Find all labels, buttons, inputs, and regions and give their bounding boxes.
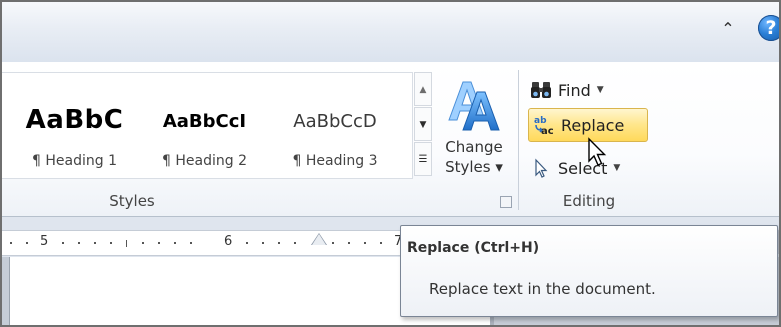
change-styles-button[interactable]: Change Styles ▾ bbox=[435, 74, 513, 184]
ruler-dot bbox=[158, 242, 160, 244]
svg-text:ac: ac bbox=[541, 126, 554, 136]
gallery-more-button[interactable]: ☰ bbox=[414, 142, 432, 176]
change-styles-icon bbox=[448, 81, 500, 131]
ruler-dot bbox=[110, 242, 112, 244]
change-styles-label: Change bbox=[445, 138, 503, 156]
ruler-dot bbox=[78, 242, 80, 244]
ruler-dot bbox=[364, 242, 366, 244]
gallery-scroller: ▲ ▼ ☰ bbox=[414, 72, 432, 177]
select-arrow-icon bbox=[535, 158, 548, 178]
indent-marker-fill bbox=[312, 234, 326, 245]
ribbon: AaBbC ¶ Heading 1 AaBbCcI ¶ Heading 2 Aa… bbox=[2, 62, 779, 217]
tooltip-description: Replace text in the document. bbox=[429, 280, 656, 298]
ribbon-collapse-icon[interactable]: ⌃ bbox=[721, 21, 735, 37]
ruler-dot bbox=[62, 242, 64, 244]
find-button[interactable]: Find ▼ bbox=[530, 76, 604, 104]
help-icon[interactable]: ? bbox=[758, 15, 779, 41]
ruler-dot bbox=[26, 242, 28, 244]
style-sample: AaBbCcI bbox=[162, 111, 247, 132]
ruler-dot bbox=[174, 242, 176, 244]
tooltip-title: Replace (Ctrl+H) bbox=[407, 240, 540, 256]
style-heading-2[interactable]: AaBbCcI ¶ Heading 2 bbox=[142, 73, 267, 178]
change-styles-label-2: Styles ▾ bbox=[445, 158, 503, 176]
ruler-dot bbox=[246, 242, 248, 244]
styles-group-label: Styles bbox=[109, 192, 155, 210]
ruler-dot bbox=[262, 242, 264, 244]
chevron-down-icon: ▼ bbox=[596, 85, 604, 95]
ruler-dot bbox=[10, 242, 12, 244]
ribbon-tab-bar: ⌃ ? bbox=[2, 2, 779, 63]
ruler-number: 6 bbox=[224, 234, 233, 249]
gallery-scroll-down-button[interactable]: ▼ bbox=[414, 107, 432, 141]
style-name: ¶ Heading 3 bbox=[292, 153, 378, 169]
ruler-dot bbox=[190, 242, 192, 244]
ruler-dot bbox=[94, 242, 96, 244]
ruler-dot bbox=[380, 242, 382, 244]
style-name: ¶ Heading 1 bbox=[32, 153, 117, 169]
style-sample: AaBbCcD bbox=[293, 111, 377, 132]
ruler-dot bbox=[278, 242, 280, 244]
chevron-down-icon: ▼ bbox=[613, 163, 621, 173]
dialog-launcher-icon[interactable] bbox=[500, 196, 512, 208]
ruler-number: 5 bbox=[40, 234, 49, 249]
gallery-scroll-up-button[interactable]: ▲ bbox=[414, 72, 432, 106]
replace-icon: ab ac bbox=[534, 116, 554, 136]
style-name: ¶ Heading 2 bbox=[162, 153, 247, 169]
mouse-cursor-icon bbox=[588, 137, 607, 166]
horizontal-ruler[interactable]: 5 6 7 bbox=[2, 230, 402, 256]
replace-tooltip: Replace (Ctrl+H) Replace text in the doc… bbox=[400, 225, 778, 317]
binoculars-icon bbox=[531, 82, 551, 98]
group-separator bbox=[518, 70, 519, 210]
find-label: Find bbox=[558, 80, 591, 100]
styles-gallery: AaBbC ¶ Heading 1 AaBbCcI ¶ Heading 2 Aa… bbox=[2, 72, 413, 179]
ruler-dot bbox=[332, 242, 334, 244]
replace-label: Replace bbox=[561, 115, 625, 135]
style-heading-1[interactable]: AaBbC ¶ Heading 1 bbox=[12, 73, 137, 178]
svg-text:ab: ab bbox=[534, 116, 547, 126]
ruler-dot bbox=[348, 242, 350, 244]
style-heading-3[interactable]: AaBbCcD ¶ Heading 3 bbox=[274, 73, 396, 178]
ruler-dot bbox=[294, 242, 296, 244]
ruler-tick bbox=[126, 240, 127, 247]
ruler-dot bbox=[142, 242, 144, 244]
word-window: ⌃ ? AaBbC ¶ Heading 1 AaBbCcI ¶ Heading … bbox=[0, 0, 781, 327]
style-sample: AaBbC bbox=[25, 105, 124, 135]
editing-group-label: Editing bbox=[562, 192, 616, 210]
